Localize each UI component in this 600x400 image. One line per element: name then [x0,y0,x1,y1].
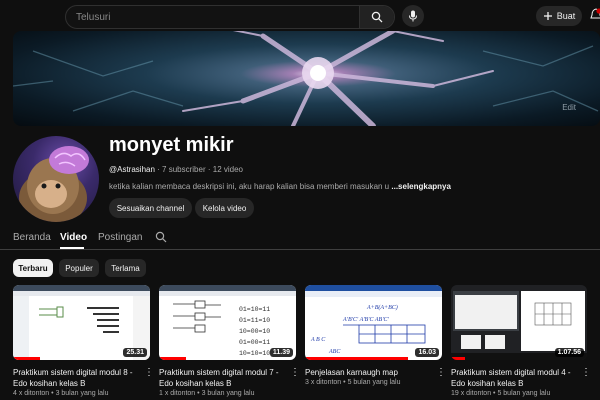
thumb-text: 10=10=10 [239,350,270,357]
microphone-icon [409,10,417,22]
thumb-text: 01=11=10 [239,317,270,324]
channel-meta: @Astrasihan · 7 subscriber · 12 video [109,165,243,174]
channel-name: monyet mikir [109,134,234,156]
channel-avatar[interactable] [13,136,99,222]
video-card[interactable]: 1.07.56 Praktikum sistem digital modul 4… [451,285,591,400]
view-count: 19 x ditonton [451,390,492,397]
video-meta: 1 x ditonton • 3 bulan yang lalu [159,390,255,397]
video-duration: 11.39 [269,348,293,357]
video-title[interactable]: Praktikum sistem digital modul 4 - Edo k… [451,367,573,389]
channel-banner: Edit [13,31,600,126]
chip-populer[interactable]: Populer [59,259,99,277]
top-bar: Buat [0,0,600,32]
video-thumbnail[interactable]: A+B(A+BC) A'B'C' A'B'C AB'C' A B C ABC 1… [305,285,442,360]
tabs-divider [0,249,600,250]
search-input[interactable] [66,6,358,28]
video-title[interactable]: Praktikum sistem digital modul 7 - Edo k… [159,367,281,389]
video-thumbnail[interactable]: 1.07.56 [451,285,587,360]
watch-progress-bar [451,357,465,360]
manage-videos-button[interactable]: Kelola video [195,198,254,218]
more-options-icon[interactable]: ⋮ [144,368,154,382]
watch-progress-bar [13,357,41,360]
chip-terlama[interactable]: Terlama [105,259,146,277]
video-card[interactable]: A+B(A+BC) A'B'C' A'B'C AB'C' A B C ABC 1… [305,285,446,400]
monkey-avatar-image [19,146,89,222]
search-button[interactable] [359,6,394,28]
more-options-icon[interactable]: ⋮ [436,368,446,382]
create-label: Buat [556,11,576,21]
notifications-button[interactable] [590,8,600,22]
thumb-text: 10=00=10 [239,328,270,335]
channel-description[interactable]: ketika kalian membaca deskripsi ini, aku… [109,182,451,191]
video-meta: 3 x ditonton • 5 bulan yang lalu [305,379,401,386]
thumb-text: A B C [310,337,326,343]
more-options-icon[interactable]: ⋮ [290,368,300,382]
thumb-text: 01=10=11 [239,306,270,313]
video-thumbnail[interactable]: 01=10=11 01=11=10 10=00=10 01=00=11 10=1… [159,285,296,360]
video-duration: 25.31 [123,348,147,357]
view-count: 4 x ditonton [13,390,50,397]
view-count: 3 x ditonton [305,379,342,386]
tab-video[interactable]: Video [60,232,87,243]
video-count: 12 video [212,165,243,174]
video-duration: 1.07.56 [554,348,584,357]
search-icon [371,11,383,23]
video-meta: 19 x ditonton • 5 bulan yang lalu [451,390,551,397]
video-title[interactable]: Praktikum sistem digital modul 8 - Edo k… [13,367,135,389]
description-text: ketika kalian membaca deskripsi ini, aku… [109,182,390,191]
thumb-text: A'B'C' A'B'C AB'C' [342,317,389,323]
upload-age: 3 bulan yang lalu [55,390,109,397]
create-button[interactable]: Buat [536,6,582,26]
plus-icon [543,12,552,20]
customize-channel-button[interactable]: Sesuaikan channel [109,198,192,218]
watch-progress-bar [159,357,187,360]
tab-postingan[interactable]: Postingan [98,232,142,243]
video-title[interactable]: Penjelasan karnaugh map [305,367,427,378]
voice-search-button[interactable] [402,5,424,27]
video-thumbnail[interactable]: 25.31 [13,285,150,360]
show-more-link[interactable]: ...selengkapnya [391,182,451,191]
upload-age: 3 bulan yang lalu [201,390,255,397]
thumb-text: A+B(A+BC) [366,304,398,311]
video-meta: 4 x ditonton • 3 bulan yang lalu [13,390,109,397]
chip-terbaru[interactable]: Terbaru [13,259,53,277]
watch-progress-bar [305,357,408,360]
banner-edit-label[interactable]: Edit [562,103,576,112]
upload-age: 5 bulan yang lalu [497,390,551,397]
upload-age: 5 bulan yang lalu [347,379,401,386]
channel-search-icon[interactable] [155,231,167,243]
video-duration: 16.03 [415,348,439,357]
channel-handle: @Astrasihan [109,165,155,174]
search-box [65,5,395,29]
more-options-icon[interactable]: ⋮ [581,368,591,382]
banner-neuron-art [13,31,599,126]
view-count: 1 x ditonton [159,390,196,397]
thumb-text: ABC [328,349,341,355]
thumb-text: 01=00=11 [239,339,270,346]
subscriber-count: 7 subscriber [162,165,206,174]
bell-icon [590,8,600,19]
tab-beranda[interactable]: Beranda [13,232,51,243]
video-card[interactable]: 25.31 Praktikum sistem digital modul 8 -… [13,285,154,400]
video-card[interactable]: 01=10=11 01=11=10 10=00=10 01=00=11 10=1… [159,285,300,400]
